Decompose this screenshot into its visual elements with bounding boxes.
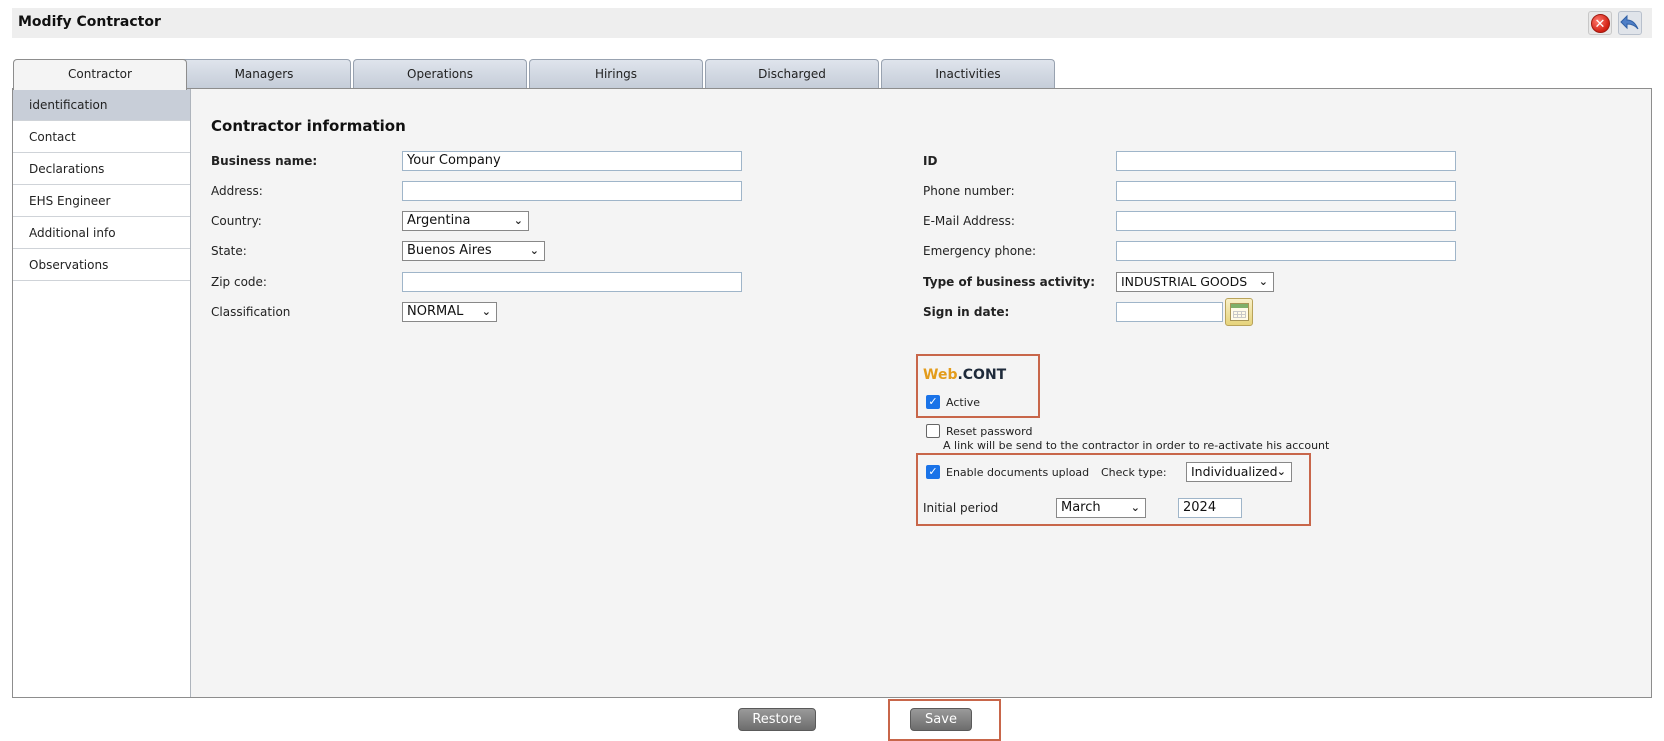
tab-contractor[interactable]: Contractor [13, 59, 187, 90]
reset-password-checkbox[interactable] [926, 424, 940, 438]
close-icon: ✕ [1590, 13, 1610, 33]
sidebar-item-observations[interactable]: Observations [13, 249, 190, 281]
phone-label: Phone number: [923, 184, 1015, 198]
section-title: Contractor information [211, 117, 406, 135]
restore-button[interactable]: Restore [738, 708, 816, 731]
enable-upload-label: Enable documents upload [946, 466, 1090, 479]
sidebar-item-additional-info[interactable]: Additional info [13, 217, 190, 249]
business-name-label: Business name: [211, 154, 318, 168]
check-type-label: Check type: [1101, 466, 1167, 479]
reset-password-label: Reset password [946, 425, 1033, 438]
close-button[interactable]: ✕ [1588, 11, 1612, 35]
state-label: State: [211, 244, 247, 258]
save-button[interactable]: Save [910, 708, 972, 731]
form-content: Contractor information Business name: Yo… [191, 89, 1651, 697]
tab-managers[interactable]: Managers [177, 59, 351, 89]
sidebar-item-contact[interactable]: Contact [13, 121, 190, 153]
state-select[interactable]: Buenos Aires ⌄ [402, 241, 545, 261]
business-activity-label: Type of business activity: [923, 275, 1096, 289]
email-label: E-Mail Address: [923, 214, 1015, 228]
chevron-down-icon: ⌄ [513, 214, 523, 227]
classification-value: NORMAL [407, 304, 464, 319]
title-bar: Modify Contractor ✕ [12, 8, 1652, 38]
chevron-down-icon: ⌄ [1130, 501, 1140, 514]
calendar-button[interactable] [1225, 298, 1253, 326]
back-arrow-icon [1620, 14, 1639, 30]
emergency-phone-input[interactable] [1116, 241, 1456, 261]
phone-input[interactable] [1116, 181, 1456, 201]
sidebar: identification Contact Declarations EHS … [13, 89, 191, 697]
webcont-brand-cont: .CONT [957, 367, 1007, 383]
webcont-logo: Web.CONT [923, 367, 1006, 383]
address-input[interactable] [402, 181, 742, 201]
sign-in-date-input[interactable] [1116, 302, 1223, 322]
main-panel: identification Contact Declarations EHS … [12, 88, 1652, 698]
sidebar-item-identification[interactable]: identification [13, 89, 190, 121]
active-checkbox[interactable]: ✓ [926, 395, 940, 409]
chevron-down-icon: ⌄ [481, 305, 491, 318]
webcont-brand-web: Web [923, 367, 958, 383]
year-input[interactable]: 2024 [1178, 498, 1242, 518]
initial-period-label: Initial period [923, 501, 999, 515]
month-select[interactable]: March ⌄ [1056, 498, 1146, 518]
tab-operations[interactable]: Operations [353, 59, 527, 89]
chevron-down-icon: ⌄ [1276, 465, 1286, 478]
month-value: March [1061, 500, 1101, 515]
business-activity-select[interactable]: INDUSTRIAL GOODS ⌄ [1116, 272, 1274, 292]
sidebar-item-declarations[interactable]: Declarations [13, 153, 190, 185]
tab-hirings[interactable]: Hirings [529, 59, 703, 89]
emergency-phone-label: Emergency phone: [923, 244, 1037, 258]
tab-inactivities[interactable]: Inactivities [881, 59, 1055, 89]
classification-label: Classification [211, 305, 291, 319]
sign-in-date-label: Sign in date: [923, 305, 1010, 319]
country-value: Argentina [407, 213, 471, 228]
id-label: ID [923, 154, 938, 168]
active-label: Active [946, 396, 981, 409]
zip-input[interactable] [402, 272, 742, 292]
calendar-icon [1230, 303, 1249, 321]
check-type-value: Individualized [1191, 464, 1278, 479]
business-name-input[interactable]: Your Company [402, 151, 742, 171]
chevron-down-icon: ⌄ [1258, 275, 1268, 288]
business-activity-value: INDUSTRIAL GOODS [1121, 274, 1248, 289]
back-button[interactable] [1618, 11, 1642, 35]
tab-discharged[interactable]: Discharged [705, 59, 879, 89]
email-input[interactable] [1116, 211, 1456, 231]
enable-upload-checkbox[interactable]: ✓ [926, 465, 940, 479]
country-select[interactable]: Argentina ⌄ [402, 211, 529, 231]
sidebar-item-ehs-engineer[interactable]: EHS Engineer [13, 185, 190, 217]
address-label: Address: [211, 184, 263, 198]
window-title: Modify Contractor [18, 14, 161, 30]
state-value: Buenos Aires [407, 243, 492, 258]
check-type-select[interactable]: Individualized ⌄ [1186, 462, 1292, 482]
reset-password-hint: A link will be send to the contractor in… [943, 439, 1330, 452]
country-label: Country: [211, 214, 262, 228]
id-input[interactable] [1116, 151, 1456, 171]
classification-select[interactable]: NORMAL ⌄ [402, 302, 497, 322]
zip-label: Zip code: [211, 275, 267, 289]
chevron-down-icon: ⌄ [529, 244, 539, 257]
